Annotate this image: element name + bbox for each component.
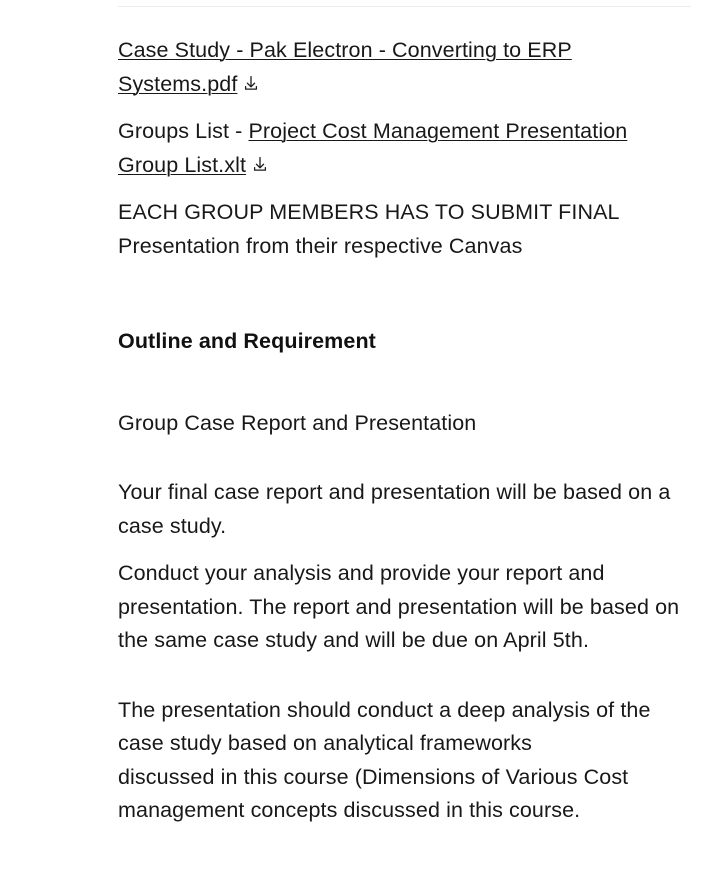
document-content: Case Study - Pak Electron - Converting t…: [118, 0, 692, 828]
paragraph-presentation-deep-analysis: The presentation should conduct a deep a…: [118, 697, 651, 823]
submission-notice: EACH GROUP MEMBERS HAS TO SUBMIT FINAL P…: [118, 200, 619, 258]
attachment-item-case-study: Case Study - Pak Electron - Converting t…: [118, 34, 692, 101]
top-divider: [118, 6, 691, 7]
paragraph-conduct-analysis: Conduct your analysis and provide your r…: [118, 561, 680, 652]
paragraph-final-case-report: Your final case report and presentation …: [118, 480, 671, 538]
section-heading-outline-and-requirement: Outline and Requirement: [118, 329, 376, 353]
attachment-link-case-study[interactable]: Case Study - Pak Electron - Converting t…: [118, 38, 572, 96]
download-icon[interactable]: [241, 74, 261, 94]
attachment-item-groups-list: Groups List - Project Cost Management Pr…: [118, 115, 692, 182]
download-icon[interactable]: [250, 155, 270, 175]
document-page: Case Study - Pak Electron - Converting t…: [0, 0, 702, 878]
attachment-prefix-groups-list: Groups List -: [118, 119, 249, 143]
subheading-group-case-report: Group Case Report and Presentation: [118, 410, 477, 435]
